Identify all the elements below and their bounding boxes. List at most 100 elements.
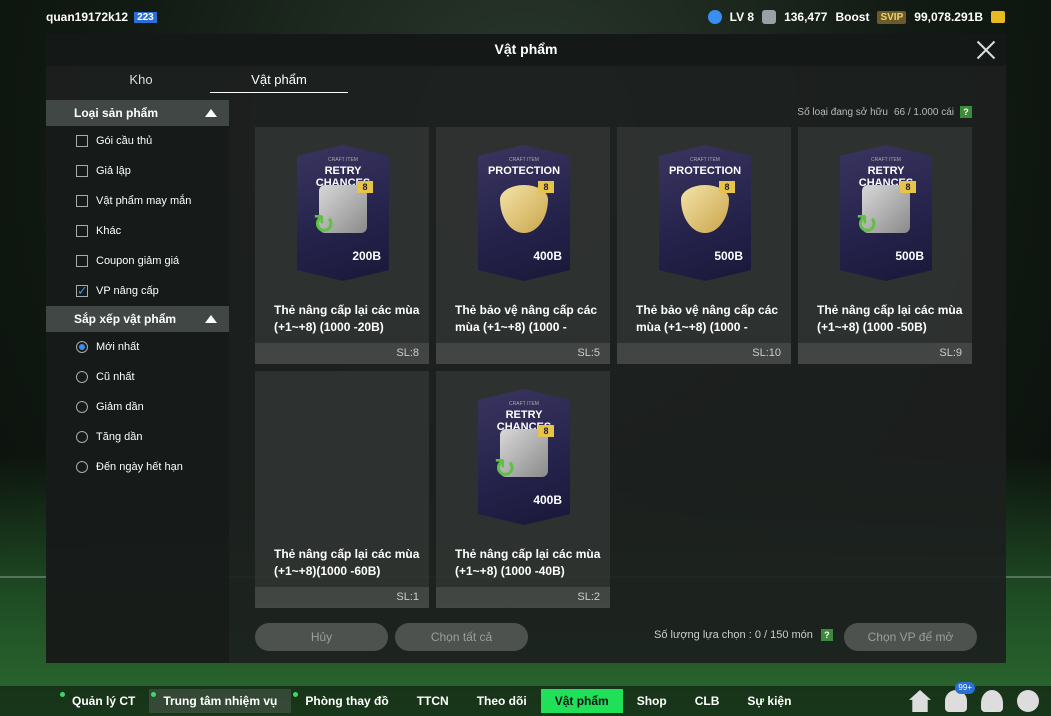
nav-su-kien[interactable]: Sự kiện: [733, 689, 805, 713]
coin-icon: [991, 11, 1005, 23]
option-label: Vật phẩm may mắn: [96, 195, 192, 207]
item-quantity: SL:1: [255, 587, 429, 608]
top-bar: quan19172k12 223 LV 8 136,477 Boost SVIP…: [0, 0, 1051, 34]
nav-ttcn[interactable]: TTCN: [403, 689, 463, 713]
item-price: 500B: [895, 249, 924, 263]
radio-button[interactable]: [76, 461, 88, 473]
craft-label: CRAFT ITEM: [509, 157, 539, 163]
item-card[interactable]: CRAFT ITEM RETRY CHANCES ↻ 8 500B Thẻ nâng cấ…: [798, 127, 972, 364]
tab-vat-pham[interactable]: Vật phẩm: [210, 72, 348, 93]
items-dialog: Vật phẩm Kho Vật phẩm Loại sản phẩm Gói …: [46, 34, 1006, 663]
owned-label: Số loại đang sở hữu: [797, 106, 888, 118]
sort-option[interactable]: Đến ngày hết hạn: [46, 452, 229, 482]
checkbox[interactable]: [76, 283, 88, 299]
nav-theo-doi[interactable]: Theo dõi: [463, 689, 541, 713]
points-icon: [762, 10, 777, 24]
checkbox[interactable]: [76, 255, 88, 267]
gear-icon[interactable]: [1017, 690, 1039, 712]
item-card-image: CRAFT ITEM RETRY CHANCES ↻ 8 400B: [478, 389, 570, 525]
item-card-image: CRAFT ITEM PROTECTION 8 400B: [478, 145, 570, 281]
select-all-button[interactable]: Chọn tất cả: [395, 623, 528, 651]
open-items-button[interactable]: Chọn VP để mở: [844, 623, 977, 651]
product-type-option[interactable]: Coupon giảm giá: [46, 246, 229, 276]
option-label: Giảm dần: [96, 401, 144, 413]
close-icon[interactable]: [974, 38, 998, 62]
item-quantity: SL:10: [617, 343, 791, 364]
item-name: Thẻ nâng cấp lại các mùa (+1~+8) (1000 -…: [455, 547, 601, 578]
nav-icons: 2 99+: [909, 682, 1039, 712]
boost-label: Boost: [835, 10, 870, 24]
owned-count: Số loại đang sở hữu 66 / 1.000 cái ?: [797, 106, 972, 118]
sort-option[interactable]: Giảm dần: [46, 392, 229, 422]
bottom-nav: Quản lý CT Trung tâm nhiệm vụ Phòng thay…: [0, 682, 1051, 716]
product-type-option[interactable]: Vật phẩm may mắn: [46, 186, 229, 216]
cancel-button[interactable]: Hủy: [255, 623, 388, 651]
item-card-image: CRAFT ITEM RETRY CHANCES ↻ 8 200B: [297, 145, 389, 281]
item-card[interactable]: CRAFT ITEM PROTECTION 8 400B Thẻ bảo vệ nâng…: [436, 127, 610, 364]
product-type-option[interactable]: Khác: [46, 216, 229, 246]
item-price: 400B: [533, 493, 562, 507]
collapse-triangle-icon: [205, 109, 217, 117]
nav-quan-ly-ct[interactable]: Quản lý CT: [58, 689, 149, 713]
balance-value: 99,078.291B: [914, 10, 983, 24]
product-type-option[interactable]: Giả lập: [46, 156, 229, 186]
level-text: LV 8: [729, 10, 755, 24]
product-type-header[interactable]: Loại sản phẩm: [46, 100, 229, 126]
checkbox[interactable]: [76, 225, 88, 237]
sort-title: Sắp xếp vật phẩm: [74, 312, 177, 326]
nav-shop[interactable]: Shop: [623, 689, 681, 713]
user-icon[interactable]: [981, 690, 1003, 712]
option-label: Mới nhất: [96, 341, 140, 353]
nav-clb[interactable]: CLB: [681, 689, 734, 713]
item-card[interactable]: Thẻ nâng cấp lại các mùa (+1~+8)(1000 -6…: [255, 371, 429, 608]
radio-button[interactable]: [76, 431, 88, 443]
sort-header[interactable]: Sắp xếp vật phẩm: [46, 306, 229, 332]
help-icon[interactable]: ?: [960, 106, 972, 118]
option-label: Khác: [96, 225, 122, 237]
dialog-title: Vật phẩm: [46, 34, 1006, 66]
radio-button[interactable]: [76, 401, 88, 413]
item-type-label: PROTECTION: [668, 165, 742, 177]
retry-arrow-icon: ↻: [494, 453, 516, 483]
sort-option[interactable]: Tăng dần: [46, 422, 229, 452]
dialog-tabs: Kho Vật phẩm: [72, 72, 348, 93]
help-icon[interactable]: ?: [820, 629, 833, 641]
item-card[interactable]: CRAFT ITEM PROTECTION 8 500B Thẻ bảo vệ nâng…: [617, 127, 791, 364]
checkbox[interactable]: [76, 195, 88, 207]
checkbox[interactable]: [76, 135, 88, 147]
item-name: Thẻ nâng cấp lại các mùa (+1~+8) (1000 -…: [274, 303, 420, 334]
item-type-label: PROTECTION: [487, 165, 561, 177]
owned-value: 66 / 1.000 cái: [893, 106, 954, 118]
item-card-image: CRAFT ITEM RETRY CHANCES ↻ 8 500B: [840, 145, 932, 281]
sort-option[interactable]: Cũ nhất: [46, 362, 229, 392]
top-bar-stats: LV 8 136,477 Boost SVIP 99,078.291B: [707, 10, 1005, 24]
item-card[interactable]: CRAFT ITEM RETRY CHANCES ↻ 8 200B Thẻ nâng cấ…: [255, 127, 429, 364]
nav-trung-tam-nhiem-vu[interactable]: Trung tâm nhiệm vụ: [149, 689, 292, 713]
item-price: 200B: [352, 249, 381, 263]
item-quantity: SL:2: [436, 587, 610, 608]
product-type-option[interactable]: Gói cầu thủ: [46, 126, 229, 156]
nav-vat-pham[interactable]: Vật phẩm: [540, 689, 623, 713]
craft-label: CRAFT ITEM: [690, 157, 720, 163]
user-level-badge: 223: [134, 11, 157, 23]
item-price: 500B: [714, 249, 743, 263]
tab-kho[interactable]: Kho: [72, 72, 210, 93]
bell-icon[interactable]: 99+: [945, 682, 975, 712]
level-icon: [707, 10, 722, 24]
product-type-title: Loại sản phẩm: [74, 106, 159, 120]
item-card[interactable]: CRAFT ITEM RETRY CHANCES ↻ 8 400B Thẻ nâng cấ…: [436, 371, 610, 608]
svip-badge: SVIP: [877, 10, 907, 24]
home-icon[interactable]: 2: [909, 690, 931, 712]
item-name: Thẻ nâng cấp lại các mùa (+1~+8) (1000 -…: [817, 303, 963, 334]
bell-badge: 99+: [955, 682, 975, 694]
option-label: Đến ngày hết hạn: [96, 461, 183, 473]
collapse-triangle-icon: [205, 315, 217, 323]
points-value: 136,477: [784, 10, 828, 24]
product-type-option[interactable]: VP nâng cấp: [46, 276, 229, 306]
radio-button[interactable]: [76, 371, 88, 383]
level-eight-badge: 8: [900, 181, 916, 193]
radio-button[interactable]: [76, 341, 88, 353]
checkbox[interactable]: [76, 165, 88, 177]
nav-phong-thay-do[interactable]: Phòng thay đồ: [291, 689, 402, 713]
sort-option[interactable]: Mới nhất: [46, 332, 229, 362]
